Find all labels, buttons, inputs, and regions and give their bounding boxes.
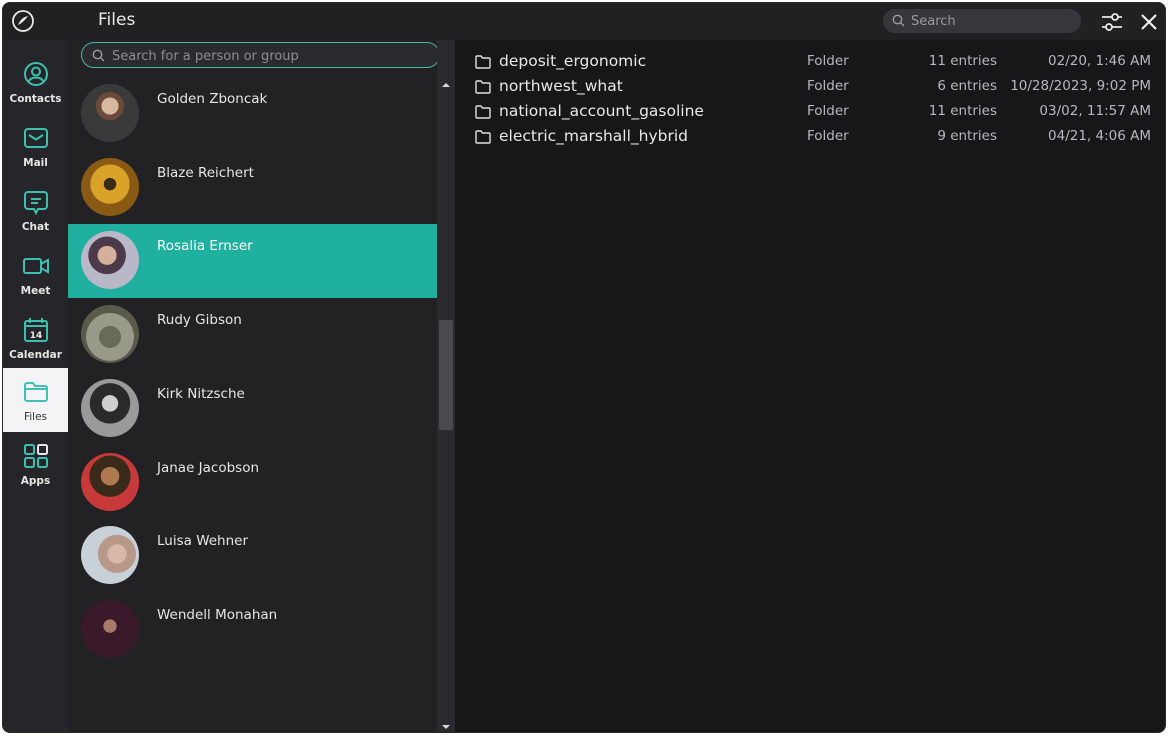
nav-item-meet[interactable]: Meet xyxy=(3,242,68,306)
nav-item-contacts[interactable]: Contacts xyxy=(3,50,68,114)
avatar xyxy=(81,600,139,658)
scroll-thumb[interactable] xyxy=(439,320,453,430)
contact-item[interactable]: Golden Zboncak xyxy=(68,77,437,151)
contacts-panel: Golden Zboncak Blaze Reichert Rosalia Er… xyxy=(68,40,440,732)
app-window: Files Contacts xyxy=(2,2,1166,733)
nav-label: Apps xyxy=(20,475,51,487)
avatar xyxy=(81,158,139,216)
avatar xyxy=(81,231,139,289)
calendar-icon: 14 xyxy=(24,318,48,342)
contact-item[interactable]: Janae Jacobson xyxy=(68,446,437,520)
contact-item-selected[interactable]: Rosalia Ernser xyxy=(68,224,437,298)
nav-rail: Contacts Mail Chat Meet 14 Calendar File… xyxy=(3,40,68,732)
file-name: national_account_gasoline xyxy=(499,102,704,120)
nav-label: Meet xyxy=(20,285,51,297)
title-bar: Files xyxy=(3,3,1165,40)
file-type: Folder xyxy=(807,53,849,69)
folder-icon xyxy=(475,80,491,94)
folder-icon xyxy=(475,105,491,119)
file-type: Folder xyxy=(807,78,849,94)
nav-label: Contacts xyxy=(9,93,62,105)
contact-item[interactable]: Rudy Gibson xyxy=(68,298,437,372)
folder-icon xyxy=(475,130,491,144)
settings-sliders-icon[interactable] xyxy=(1100,10,1124,34)
avatar xyxy=(81,526,139,584)
contacts-icon xyxy=(24,62,48,86)
nav-label: Calendar xyxy=(9,349,62,361)
avatar xyxy=(81,305,139,363)
file-type: Folder xyxy=(807,103,849,119)
file-entries: 9 entries xyxy=(937,128,997,144)
file-entries: 11 entries xyxy=(928,103,997,119)
file-name: deposit_ergonomic xyxy=(499,52,647,70)
nav-label: Mail xyxy=(23,157,48,169)
contact-item[interactable]: Blaze Reichert xyxy=(68,151,437,225)
file-modified: 02/20, 1:46 AM xyxy=(1048,53,1151,69)
file-type: Folder xyxy=(807,128,849,144)
file-row[interactable]: northwest_what Folder 6 entries 10/28/20… xyxy=(455,75,1165,100)
contact-name: Janae Jacobson xyxy=(157,460,260,476)
contact-name: Golden Zboncak xyxy=(157,91,268,107)
search-icon xyxy=(92,49,105,62)
contact-name: Kirk Nitzsche xyxy=(157,386,245,402)
file-row[interactable]: electric_marshall_hybrid Folder 9 entrie… xyxy=(455,125,1165,150)
file-entries: 11 entries xyxy=(928,53,997,69)
contact-name: Rudy Gibson xyxy=(157,312,242,328)
scroll-down-arrow-icon[interactable] xyxy=(441,722,451,732)
avatar xyxy=(81,453,139,511)
file-modified: 04/21, 4:06 AM xyxy=(1048,128,1151,144)
avatar xyxy=(81,84,139,142)
contact-search-input[interactable] xyxy=(112,47,432,65)
contact-name: Luisa Wehner xyxy=(157,533,249,549)
scroll-up-arrow-icon[interactable] xyxy=(441,80,451,90)
mail-icon xyxy=(24,128,48,148)
nav-item-chat[interactable]: Chat xyxy=(3,178,68,242)
search-icon xyxy=(892,14,905,27)
folder-icon xyxy=(475,55,491,69)
contact-name: Wendell Monahan xyxy=(157,607,278,623)
avatar xyxy=(81,379,139,437)
file-name: northwest_what xyxy=(499,77,623,95)
files-list: deposit_ergonomic Folder 11 entries 02/2… xyxy=(455,40,1165,732)
video-icon xyxy=(23,258,49,274)
contact-search[interactable] xyxy=(81,42,440,68)
page-title: Files xyxy=(98,10,136,30)
file-row[interactable]: deposit_ergonomic Folder 11 entries 02/2… xyxy=(455,50,1165,75)
nav-label: Chat xyxy=(21,221,50,233)
file-modified: 03/02, 11:57 AM xyxy=(1039,103,1151,119)
nav-label: Files xyxy=(23,411,48,423)
nav-item-apps[interactable]: Apps xyxy=(3,432,68,496)
contact-item[interactable]: Wendell Monahan xyxy=(68,593,437,667)
file-name: electric_marshall_hybrid xyxy=(499,127,689,145)
contact-name: Rosalia Ernser xyxy=(157,238,253,254)
nav-item-mail[interactable]: Mail xyxy=(3,114,68,178)
contacts-scrollbar[interactable] xyxy=(437,40,455,732)
contact-item[interactable]: Kirk Nitzsche xyxy=(68,372,437,446)
file-modified: 10/28/2023, 9:02 PM xyxy=(1010,78,1151,94)
global-search-input[interactable] xyxy=(911,12,1071,30)
file-row[interactable]: national_account_gasoline Folder 11 entr… xyxy=(455,100,1165,125)
nav-item-files[interactable]: Files xyxy=(3,368,68,432)
nav-item-calendar[interactable]: 14 Calendar xyxy=(3,306,68,370)
app-logo-icon xyxy=(12,10,34,32)
folder-icon xyxy=(24,382,48,402)
file-entries: 6 entries xyxy=(937,78,997,94)
close-icon[interactable] xyxy=(1137,10,1161,34)
global-search[interactable] xyxy=(883,9,1081,33)
apps-grid-icon xyxy=(24,444,48,468)
contact-item[interactable]: Luisa Wehner xyxy=(68,519,437,593)
chat-icon xyxy=(24,191,48,216)
calendar-badge: 14 xyxy=(30,331,43,341)
contact-name: Blaze Reichert xyxy=(157,165,254,181)
